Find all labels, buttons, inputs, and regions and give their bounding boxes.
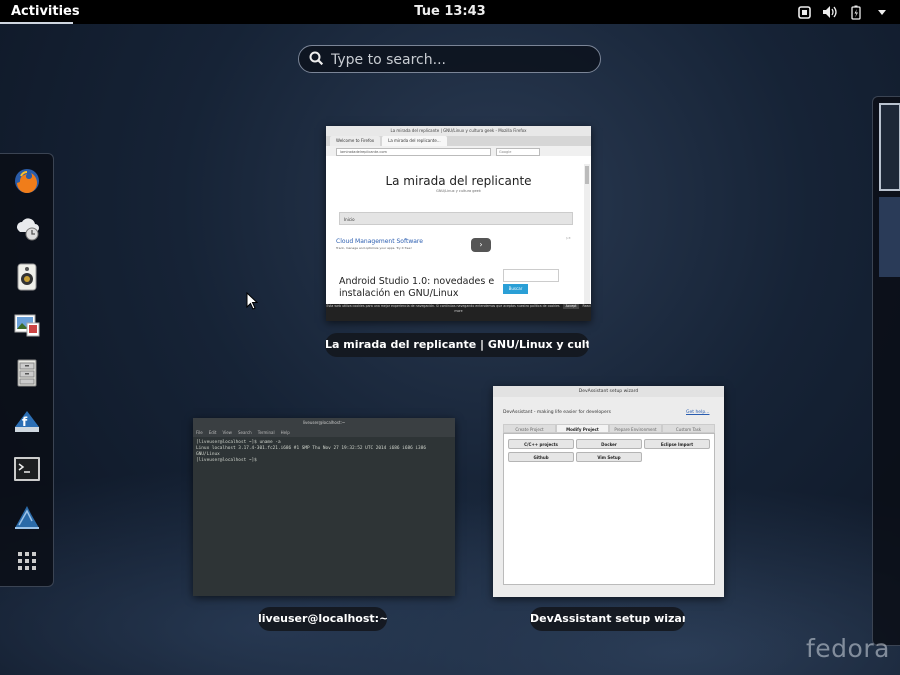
cookie-accept: Accept <box>562 304 580 309</box>
terminal-window-preview[interactable]: liveuser@localhost:~ File Edit View Sear… <box>193 418 455 596</box>
devassistant-icon[interactable] <box>12 502 42 532</box>
firefox-url-bar: lamiradadelreplicante.com <box>336 148 491 156</box>
firefox-window-preview[interactable]: La mirada del replicante | GNU/Linux y c… <box>326 126 591 321</box>
terminal-menu-view: View <box>222 430 232 435</box>
dropdown-icon[interactable] <box>874 4 890 20</box>
terminal-menubar: File Edit View Search Terminal Help <box>193 428 455 437</box>
search-icon <box>309 51 324 66</box>
eclipse-import-button: Eclipse Import <box>644 439 710 449</box>
devassistant-help-link: Get help... <box>686 410 710 415</box>
battery-icon[interactable] <box>848 4 864 20</box>
tab-prepare-environment: Prepare Environment <box>609 424 662 433</box>
firefox-tab-welcome: Welcome to Firefox <box>330 136 381 146</box>
tab-create-project: Create Project <box>503 424 556 433</box>
workspace-thumbnail-1[interactable] <box>879 103 900 191</box>
firefox-icon[interactable] <box>12 166 42 196</box>
system-tray[interactable] <box>796 0 890 24</box>
firefox-window-caption: La mirada del replicante | GNU/Linux y c… <box>325 333 589 357</box>
firefox-search-box: Google <box>496 148 540 156</box>
workspace-switcher <box>872 96 900 646</box>
devassistant-intro: DevAssistant - making life easier for de… <box>503 410 611 415</box>
file-manager-icon[interactable] <box>12 358 42 388</box>
firefox-tabbar: Welcome to Firefox La mirada del replica… <box>326 136 591 146</box>
ad-tag: ▷✕ <box>566 236 571 240</box>
speaker-icon[interactable] <box>12 262 42 292</box>
devassistant-window-caption: DevAssistant setup wizard <box>530 607 685 631</box>
devassistant-window-preview[interactable]: DevAssistant setup wizard DevAssistant -… <box>493 386 724 597</box>
firefox-tab-replicante: La mirada del replicante... <box>382 136 447 146</box>
tab-custom-task: Custom Task <box>662 424 715 433</box>
tab-modify-project: Modify Project <box>556 424 609 433</box>
ad-arrow-icon: › <box>471 238 491 252</box>
docker-button: Docker <box>576 439 642 449</box>
workspace-thumbnail-2[interactable] <box>879 197 900 277</box>
search-input[interactable] <box>329 49 593 71</box>
page-menu: Inicio <box>339 212 573 225</box>
post-title: Android Studio 1.0: novedades e instalac… <box>339 276 495 299</box>
dash: f <box>0 153 54 587</box>
software-icon[interactable]: f <box>12 406 42 436</box>
ad-subtitle: Track, manage and optimize your apps. Tr… <box>336 246 412 250</box>
cookie-banner: Esta web utiliza cookies para una mejor … <box>326 304 591 321</box>
show-apps-icon[interactable] <box>12 546 42 576</box>
cpp-projects-button: C/C++ projects <box>508 439 574 449</box>
clock-label[interactable]: Tue 13:43 <box>414 4 485 19</box>
cookie-text: Esta web utiliza cookies para una mejor … <box>326 304 560 308</box>
terminal-menu-file: File <box>196 430 203 435</box>
devassistant-titlebar: DevAssistant setup wizard <box>493 386 724 397</box>
search-entry[interactable] <box>298 45 601 73</box>
page-search-button: Buscar <box>503 284 528 294</box>
activities-indicator <box>0 22 73 24</box>
screen-icon[interactable] <box>796 4 812 20</box>
clock: Tue 13:43 <box>0 0 900 24</box>
fedora-logo: fedora <box>806 634 890 663</box>
terminal-icon[interactable] <box>12 454 42 484</box>
terminal-menu-terminal: Terminal <box>257 430 275 435</box>
terminal-menu-search: Search <box>237 430 252 435</box>
page-heading: La mirada del replicante <box>385 174 532 188</box>
terminal-menu-edit: Edit <box>208 430 217 435</box>
terminal-output: [liveuser@localhost ~]$ uname -a Linux l… <box>196 440 426 463</box>
page-search-field <box>503 269 559 282</box>
volume-icon[interactable] <box>822 4 838 20</box>
image-viewer-icon[interactable] <box>12 310 42 340</box>
top-bar: Activities Tue 13:43 <box>0 0 900 24</box>
mouse-cursor-icon <box>246 291 259 314</box>
ad-title: Cloud Management Software <box>336 238 423 245</box>
activities-label: Activities <box>11 4 80 19</box>
firefox-navbar: lamiradadelreplicante.com Google <box>326 146 591 156</box>
terminal-menu-help: Help <box>280 430 290 435</box>
terminal-window-caption: liveuser@localhost:~ <box>258 607 387 631</box>
page-scrollbar <box>584 164 590 304</box>
devassistant-panel: C/C++ projects Docker Eclipse Import Git… <box>503 433 715 585</box>
svg-text:f: f <box>22 415 28 429</box>
activities-button[interactable]: Activities <box>0 0 91 24</box>
page-subheading: GNU/Linux y cultura geek <box>436 189 481 193</box>
devassistant-tabs: Create Project Modify Project Prepare En… <box>503 424 715 433</box>
github-button: Github <box>508 452 574 462</box>
vim-setup-button: Vim Setup <box>576 452 642 462</box>
backup-icon[interactable] <box>12 214 42 244</box>
firefox-titlebar: La mirada del replicante | GNU/Linux y c… <box>326 126 591 136</box>
terminal-titlebar: liveuser@localhost:~ <box>193 418 455 428</box>
